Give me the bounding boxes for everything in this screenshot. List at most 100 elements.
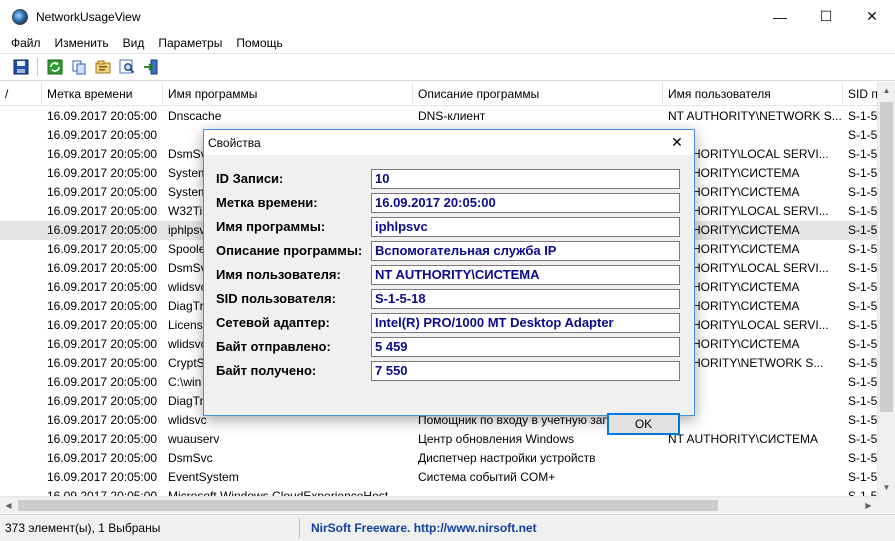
nirsoft-link[interactable]: NirSoft Freeware. http://www.nirsoft.net	[300, 521, 537, 535]
table-row[interactable]: 16.09.2017 20:05:00 Microsoft.Windows.Clo…	[0, 487, 877, 496]
cell-sid: S-1-5	[848, 375, 877, 389]
cell-index	[0, 126, 42, 145]
minimize-button[interactable]: —	[757, 0, 803, 33]
cell-user-name	[663, 449, 843, 468]
cell-timestamp: 16.09.2017 20:05:00	[47, 337, 158, 351]
cell-program-name: Microsoft.Windows.CloudExperienceHost	[168, 489, 389, 496]
cell-sid: S-1-5	[848, 109, 877, 123]
cell-timestamp: 16.09.2017 20:05:00	[47, 356, 158, 370]
cell-sid: S-1-5	[848, 280, 877, 294]
prop-label: Имя пользователя:	[216, 267, 341, 282]
cell-timestamp: 16.09.2017 20:05:00	[47, 223, 158, 237]
ok-button[interactable]: OK	[607, 413, 680, 435]
prop-value-timestamp[interactable]: 16.09.2017 20:05:00	[371, 193, 680, 213]
find-icon[interactable]	[116, 57, 137, 78]
cell-index	[0, 316, 42, 335]
menu-file[interactable]: Файл	[4, 36, 48, 50]
prop-row-program-name: Имя программы: iphlpsvc	[216, 217, 686, 237]
cell-sid: S-1-5	[848, 451, 877, 465]
cell-timestamp: 16.09.2017 20:05:00	[47, 109, 158, 123]
prop-value-network-adapter[interactable]: Intel(R) PRO/1000 MT Desktop Adapter	[371, 313, 680, 333]
column-header-program-name[interactable]: Имя программы	[163, 82, 413, 106]
sort-column-header[interactable]: /	[0, 82, 42, 106]
cell-user-name	[663, 487, 843, 496]
cell-timestamp: 16.09.2017 20:05:00	[47, 185, 158, 199]
cell-program-name: EventSystem	[168, 470, 239, 484]
dialog-title: Свойства	[208, 135, 261, 150]
scroll-left-icon[interactable]: ◀	[0, 497, 17, 514]
cell-index	[0, 221, 42, 240]
status-bar: 373 элемент(ы), 1 Выбраны NirSoft Freewa…	[0, 514, 895, 541]
cell-sid: S-1-5	[848, 261, 877, 275]
status-item-count: 373 элемент(ы), 1 Выбраны	[0, 518, 300, 538]
menu-bar: Файл Изменить Вид Параметры Помощь	[0, 33, 895, 53]
menu-help[interactable]: Помощь	[229, 36, 289, 50]
list-header: / Метка времени Имя программы Описание п…	[0, 82, 877, 106]
prop-label: Байт отправлено:	[216, 339, 331, 354]
refresh-icon[interactable]	[44, 57, 65, 78]
table-row[interactable]: 16.09.2017 20:05:00 DsmSvc Диспетчер настр…	[0, 449, 877, 468]
maximize-button[interactable]: ☐	[803, 0, 849, 33]
prop-value-bytes-received[interactable]: 7 550	[371, 361, 680, 381]
cell-sid: S-1-5	[848, 166, 877, 180]
cell-program-description	[413, 487, 663, 496]
prop-value-program-name[interactable]: iphlpsvc	[371, 217, 680, 237]
save-icon[interactable]	[10, 57, 31, 78]
cell-timestamp: 16.09.2017 20:05:00	[47, 375, 158, 389]
table-row[interactable]: 16.09.2017 20:05:00 EventSystem Система со…	[0, 468, 877, 487]
scroll-down-icon[interactable]: ▼	[878, 479, 895, 496]
column-header-user-name[interactable]: Имя пользователя	[663, 82, 843, 106]
prop-value-program-description[interactable]: Вспомогательная служба IP	[371, 241, 680, 261]
vertical-scroll-thumb[interactable]	[880, 102, 893, 412]
cell-program-name: wuauserv	[168, 432, 220, 446]
menu-view[interactable]: Вид	[116, 36, 152, 50]
cell-sid: S-1-5	[848, 413, 877, 427]
scroll-up-icon[interactable]: ▲	[878, 82, 895, 99]
cell-sid: S-1-5	[848, 489, 877, 496]
scroll-right-icon[interactable]: ▶	[860, 497, 877, 514]
column-header-sid[interactable]: SID п	[843, 82, 877, 106]
exit-icon[interactable]	[140, 57, 161, 78]
prop-value-record-id[interactable]: 10	[371, 169, 680, 189]
prop-row-program-description: Описание программы: Вспомогательная служ…	[216, 241, 686, 261]
cell-program-name: Dnscache	[168, 109, 222, 123]
table-row[interactable]: 16.09.2017 20:05:00 wuauserv Центр обновле…	[0, 430, 877, 449]
copy-icon[interactable]	[68, 57, 89, 78]
cell-timestamp: 16.09.2017 20:05:00	[47, 261, 158, 275]
cell-user-name: NT AUTHORITY\СИСТЕМА	[668, 432, 819, 446]
dialog-close-icon[interactable]: ✕	[668, 133, 686, 151]
cell-index	[0, 107, 42, 126]
prop-value-bytes-sent[interactable]: 5 459	[371, 337, 680, 357]
cell-timestamp: 16.09.2017 20:05:00	[47, 204, 158, 218]
menu-edit[interactable]: Изменить	[48, 36, 116, 50]
cell-sid: S-1-5	[848, 223, 877, 237]
cell-timestamp: 16.09.2017 20:05:00	[47, 147, 158, 161]
cell-timestamp: 16.09.2017 20:05:00	[47, 470, 158, 484]
cell-index	[0, 430, 42, 449]
cell-user-name: NT AUTHORITY\NETWORK S...	[668, 109, 842, 123]
close-button[interactable]: ✕	[849, 0, 895, 33]
cell-timestamp: 16.09.2017 20:05:00	[47, 166, 158, 180]
cell-timestamp: 16.09.2017 20:05:00	[47, 299, 158, 313]
cell-timestamp: 16.09.2017 20:05:00	[47, 280, 158, 294]
prop-value-user-sid[interactable]: S-1-5-18	[371, 289, 680, 309]
table-row[interactable]: 16.09.2017 20:05:00 Dnscache DNS-клиент NT …	[0, 107, 877, 126]
properties-dialog: Свойства ✕ ID Записи: 10 Метка времени: …	[203, 129, 695, 435]
cell-sid: S-1-5	[848, 470, 877, 484]
menu-options[interactable]: Параметры	[151, 36, 229, 50]
column-header-timestamp[interactable]: Метка времени	[42, 82, 163, 106]
cell-index	[0, 373, 42, 392]
vertical-scrollbar[interactable]: ▲ ▼	[877, 82, 895, 496]
horizontal-scroll-thumb[interactable]	[18, 500, 718, 511]
prop-label: Байт получено:	[216, 363, 317, 378]
prop-row-user-sid: SID пользователя: S-1-5-18	[216, 289, 686, 309]
properties-icon[interactable]	[92, 57, 113, 78]
cell-timestamp: 16.09.2017 20:05:00	[47, 413, 158, 427]
window-controls: — ☐ ✕	[757, 0, 895, 33]
prop-value-user-name[interactable]: NT AUTHORITY\СИСТЕМА	[371, 265, 680, 285]
toolbar-separator	[37, 58, 38, 76]
column-header-program-description[interactable]: Описание программы	[413, 82, 663, 106]
prop-label: ID Записи:	[216, 171, 284, 186]
cell-sid: S-1-5	[848, 128, 877, 142]
horizontal-scrollbar[interactable]: ◀ ▶	[0, 496, 877, 513]
